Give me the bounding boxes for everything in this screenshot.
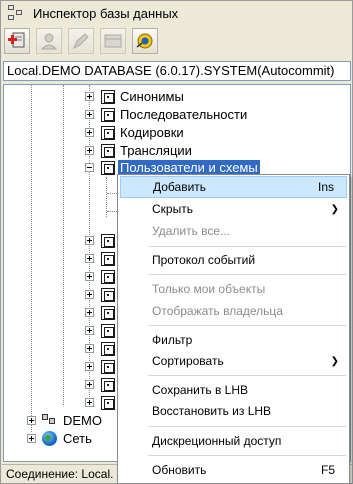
edit-icon [73, 33, 89, 50]
menu-separator [148, 325, 346, 326]
tree-item-label: Сеть [63, 431, 92, 446]
menu-separator [148, 375, 346, 376]
menu-item-label: Обновить [152, 463, 207, 477]
folder-icon [101, 396, 115, 410]
menu-separator [148, 246, 346, 247]
menu-item-label: Восстановить из LHB [152, 404, 272, 418]
expand-icon[interactable] [85, 254, 94, 263]
menu-item-shortcut: F5 [320, 463, 335, 477]
submenu-arrow-icon: ❯ [330, 355, 339, 367]
folder-icon [101, 252, 115, 266]
expand-icon[interactable] [85, 362, 94, 371]
menu-item-label: Удалить все... [152, 224, 231, 238]
menu-separator [148, 455, 346, 456]
expand-icon[interactable] [85, 92, 94, 101]
context-menu: Добавить Ins Скрыть ❯ Удалить все... Про… [117, 174, 350, 484]
tree-item-label: Кодировки [120, 125, 184, 140]
menu-item-label: Дискреционный доступ [152, 434, 282, 448]
menu-item-sort[interactable]: Сортировать ❯ [120, 350, 347, 372]
database-inspector-app-icon [8, 5, 24, 21]
folder-icon [101, 90, 115, 104]
folder-icon [101, 108, 115, 122]
menu-item-label: Сохранить в LHB [152, 383, 249, 397]
menu-item-label: Добавить [153, 180, 207, 194]
user-icon [40, 33, 58, 50]
menu-item-label: Протокол событий [152, 253, 256, 267]
edit-button[interactable] [68, 28, 94, 54]
menu-item-label: Только мои объекты [152, 282, 266, 296]
folder-icon [101, 342, 115, 356]
expand-icon[interactable] [85, 236, 94, 245]
connect-button[interactable] [132, 28, 158, 54]
folder-icon [101, 324, 115, 338]
expand-icon[interactable] [85, 110, 94, 119]
tree-guide-line [63, 85, 64, 405]
tree-guide-line [31, 85, 32, 432]
toolbar [2, 26, 352, 56]
menu-item-only-my-objects[interactable]: Только мои объекты [120, 278, 347, 300]
folder-icon [101, 161, 115, 175]
globe-icon [42, 431, 57, 446]
expand-icon[interactable] [85, 380, 94, 389]
expand-icon[interactable] [85, 290, 94, 299]
menu-item-add[interactable]: Добавить Ins [120, 176, 347, 198]
menu-item-label: Скрыть [152, 202, 193, 216]
menu-item-refresh[interactable]: Обновить F5 [120, 459, 347, 481]
user-button[interactable] [36, 28, 62, 54]
database-path-bar: Local.DEMO DATABASE (6.0.17).SYSTEM(Auto… [3, 61, 351, 81]
menu-item-label: Сортировать [152, 354, 224, 368]
tree-item-label: Трансляции [120, 143, 192, 158]
expand-icon[interactable] [85, 308, 94, 317]
expand-icon[interactable] [85, 344, 94, 353]
connect-icon [136, 33, 153, 49]
table-icon [104, 34, 122, 48]
folder-icon [101, 306, 115, 320]
folder-icon [101, 270, 115, 284]
submenu-arrow-icon: ❯ [330, 203, 339, 215]
expand-icon[interactable] [85, 272, 94, 281]
folder-icon [101, 234, 115, 248]
tree-item-label: Синонимы [120, 89, 184, 104]
expand-icon[interactable] [85, 326, 94, 335]
table-button[interactable] [100, 28, 126, 54]
expand-icon[interactable] [85, 146, 94, 155]
menu-item-label: Фильтр [152, 333, 193, 347]
expand-icon[interactable] [27, 416, 36, 425]
menu-item-discretionary-access[interactable]: Дискреционный доступ [120, 430, 347, 452]
menu-separator [148, 426, 346, 427]
add-database-button[interactable] [4, 28, 30, 54]
expand-icon[interactable] [85, 398, 94, 407]
menu-item-save-to-lhb[interactable]: Сохранить в LHB [120, 379, 347, 401]
folder-icon [101, 360, 115, 374]
tree-item-label: Последовательности [120, 107, 248, 122]
menu-item-event-log[interactable]: Протокол событий [120, 249, 347, 271]
expand-icon[interactable] [85, 128, 94, 137]
menu-separator [148, 274, 346, 275]
folder-icon [101, 288, 115, 302]
menu-item-shortcut: Ins [317, 180, 334, 194]
window-title: Инспектор базы данных [33, 5, 179, 21]
menu-item-label: Отображать владельца [152, 304, 283, 318]
expand-icon[interactable] [27, 434, 36, 443]
menu-item-show-owner[interactable]: Отображать владельца [120, 300, 347, 322]
folder-icon [101, 378, 115, 392]
menu-item-filter[interactable]: Фильтр [120, 329, 347, 351]
collapse-icon[interactable] [85, 163, 94, 172]
menu-item-restore-from-lhb[interactable]: Восстановить из LHB [120, 400, 347, 422]
tree-item-label: DEMO [63, 413, 102, 428]
folder-icon [101, 144, 115, 158]
title-bar: Инспектор базы данных [2, 2, 352, 24]
menu-item-hide[interactable]: Скрыть ❯ [120, 198, 347, 220]
add-database-icon [8, 32, 25, 48]
menu-item-delete-all[interactable]: Удалить все... [120, 220, 347, 242]
folder-icon [101, 126, 115, 140]
database-icon [42, 414, 58, 428]
